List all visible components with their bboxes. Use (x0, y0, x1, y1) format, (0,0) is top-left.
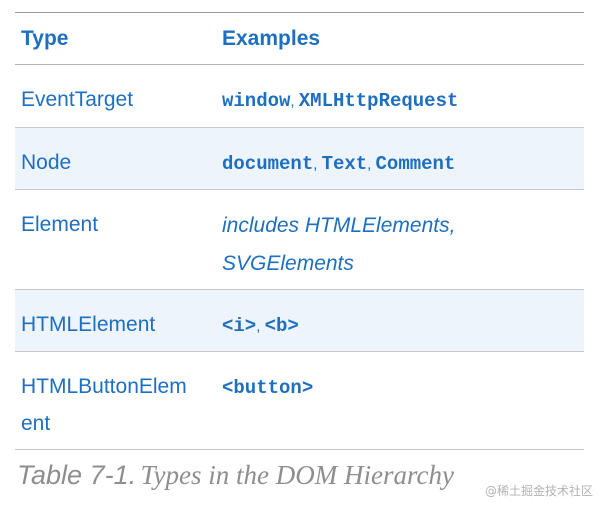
example-separator: , (367, 156, 376, 173)
type-cell: HTMLElement (21, 313, 156, 336)
table-row: Node document, Text, Comment (15, 127, 584, 190)
caption-text: Types in the DOM Hierarchy (140, 460, 454, 490)
examples-cell: <button> (217, 352, 584, 450)
example-code: <b> (264, 315, 299, 337)
examples-cell: <i>, <b> (217, 290, 584, 352)
type-line: ent (21, 412, 51, 435)
header-examples: Examples (222, 26, 321, 50)
table-row: HTMLButtonElem ent <button> (15, 352, 584, 450)
example-code: document (222, 153, 314, 175)
watermark: @稀土掘金技术社区 (484, 484, 593, 498)
example-code: Comment (375, 153, 456, 175)
table-row: HTMLElement <i>, <b> (15, 289, 584, 352)
table-header-row: Type Examples (15, 12, 584, 65)
header-type: Type (21, 26, 69, 50)
example-code: <i> (222, 315, 257, 337)
type-cell: Node (21, 151, 72, 174)
example-code: <button> (222, 377, 314, 399)
example-separator: , (256, 318, 265, 335)
examples-cell: window, XMLHttpRequest (217, 65, 584, 128)
table-caption: Table 7-1. Types in the DOM Hierarchy (17, 460, 454, 491)
type-cell: EventTarget (21, 88, 134, 111)
examples-cell: document, Text, Comment (217, 128, 584, 190)
example-separator: , (313, 156, 322, 173)
example-separator: , (290, 93, 299, 110)
example-code: Text (321, 153, 368, 175)
type-cell: HTMLButtonElem ent (15, 352, 217, 450)
type-cell: Element (21, 213, 99, 236)
example-code: window (222, 90, 291, 112)
example-code: XMLHttpRequest (298, 90, 459, 112)
example-italic-line: includes HTMLElements, (222, 214, 456, 237)
table-row: EventTarget window, XMLHttpRequest (15, 65, 584, 128)
table-row: Element includes HTMLElements, SVGElement… (15, 190, 584, 290)
dom-types-table-container: Type Examples EventTarget window, XMLHtt… (15, 12, 584, 450)
example-italic-line: SVGElements (222, 252, 354, 275)
type-line: HTMLButtonElem (21, 375, 187, 398)
examples-cell: includes HTMLElements, SVGElements (217, 190, 584, 290)
dom-types-table: Type Examples EventTarget window, XMLHtt… (15, 12, 584, 450)
caption-label: Table 7-1. (17, 460, 137, 490)
